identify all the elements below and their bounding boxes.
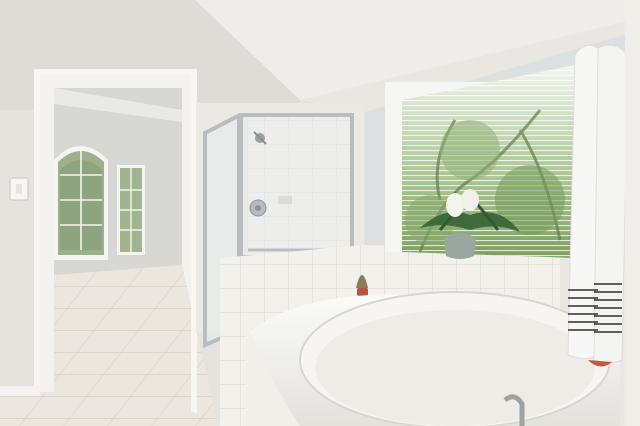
right-wall-edge	[625, 0, 640, 426]
light-switch-icon	[9, 177, 29, 201]
bathroom-scene	[0, 0, 640, 426]
baseboard	[0, 386, 40, 396]
garden-tub	[246, 291, 620, 426]
bathroom-photo	[0, 0, 640, 426]
arched-window	[54, 146, 108, 260]
side-window	[117, 165, 145, 255]
shower-valve-icon	[249, 199, 267, 217]
window	[385, 65, 575, 258]
towels	[567, 44, 629, 367]
doorway	[34, 70, 218, 426]
soap-niche	[278, 196, 292, 204]
